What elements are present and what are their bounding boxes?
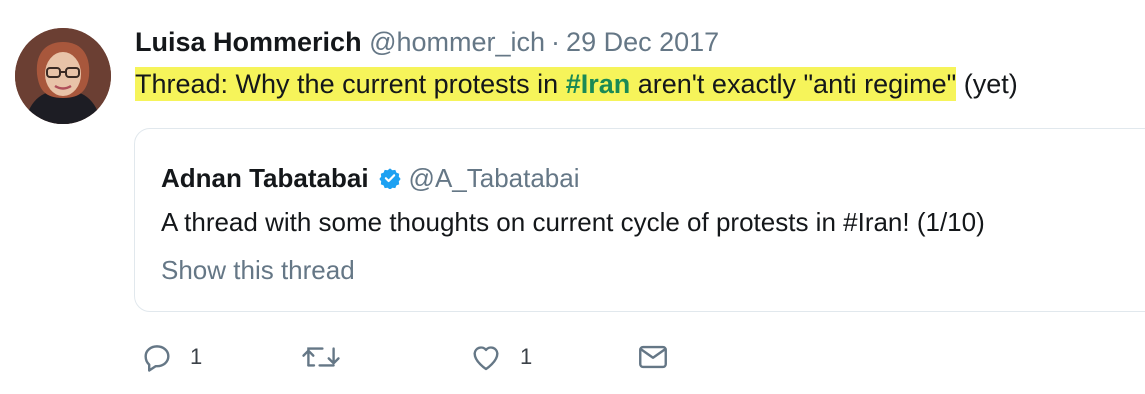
avatar-image (15, 28, 111, 124)
like-count: 1 (520, 344, 533, 369)
quoted-tweet-header: Adnan Tabatabai @A_Tabatabai (161, 161, 580, 195)
tweet-actions: 1 1 (0, 340, 1145, 384)
verified-badge-icon (378, 167, 401, 189)
author-handle[interactable]: @hommer_ich (369, 27, 545, 57)
retweet-icon (300, 340, 342, 374)
message-button[interactable] (634, 340, 672, 374)
like-icon (468, 340, 504, 374)
tweet-date[interactable]: 29 Dec 2017 (566, 27, 719, 57)
quoted-author-handle: @A_Tabatabai (408, 163, 580, 193)
quoted-tweet[interactable]: Adnan Tabatabai @A_Tabatabai A thread wi… (134, 128, 1145, 312)
tweet-text-after: aren't exactly "anti regime" (630, 69, 957, 99)
quoted-tweet-text: A thread with some thoughts on current c… (161, 207, 985, 237)
header-separator: · (551, 27, 561, 57)
message-icon (634, 340, 672, 374)
tweet-header: Luisa Hommerich @hommer_ich · 29 Dec 2017 (135, 24, 719, 60)
hashtag-link[interactable]: #Iran (566, 69, 631, 99)
tweet-text-tail: (yet) (956, 69, 1018, 99)
tweet-text-before: Thread: Why the current protests in (135, 69, 566, 99)
avatar[interactable] (15, 28, 111, 124)
show-thread-link[interactable]: Show this thread (161, 253, 355, 287)
reply-button[interactable]: 1 (140, 340, 202, 374)
tweet-text: Thread: Why the current protests in #Ira… (135, 66, 1018, 102)
tweet-card[interactable]: Luisa Hommerich @hommer_ich · 29 Dec 2017 … (0, 0, 1145, 394)
quoted-author-name: Adnan Tabatabai (161, 163, 369, 193)
reply-icon (140, 340, 174, 374)
author-name[interactable]: Luisa Hommerich (135, 27, 362, 57)
reply-count: 1 (190, 344, 203, 369)
like-button[interactable]: 1 (468, 340, 532, 374)
retweet-button[interactable] (300, 340, 358, 374)
highlighted-text: Thread: Why the current protests in #Ira… (135, 67, 957, 101)
